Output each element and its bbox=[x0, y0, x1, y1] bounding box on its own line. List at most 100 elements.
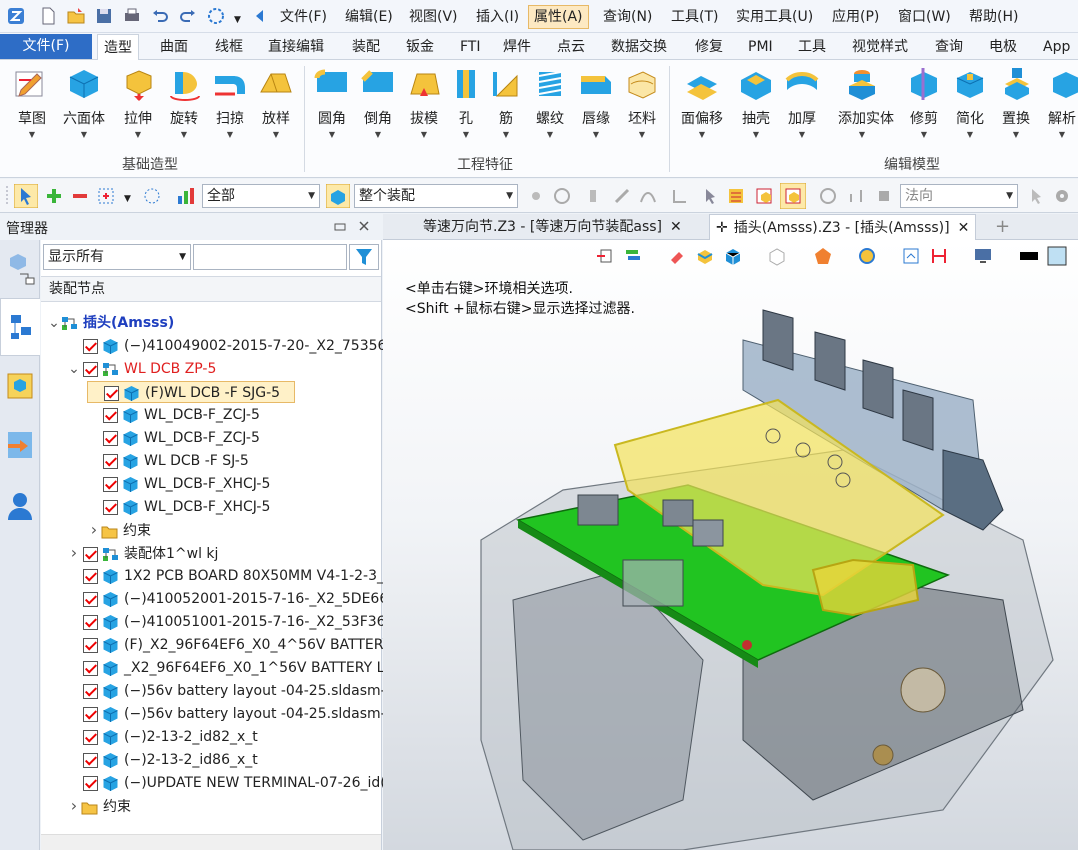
assembly-scope-icon[interactable] bbox=[326, 184, 350, 208]
filter-select[interactable]: 全部 ▼ bbox=[202, 184, 320, 208]
tree-horizontal-scrollbar[interactable] bbox=[41, 834, 381, 850]
document-tab-cv-joint[interactable]: 等速万向节.Z3 - [等速万向节装配ass] ✕ bbox=[417, 214, 688, 240]
visibility-checkbox[interactable] bbox=[83, 591, 98, 607]
fillet-button[interactable]: 圆角 ▼ bbox=[308, 66, 356, 139]
select-mode-icon[interactable] bbox=[206, 6, 226, 26]
document-tab-plug[interactable]: ✛ 插头(Amsss).Z3 - [插头(Amsss)] ✕ bbox=[709, 214, 977, 240]
history-manager-icon[interactable] bbox=[2, 248, 38, 292]
redo-icon[interactable] bbox=[178, 6, 198, 26]
settings-gear-icon[interactable] bbox=[1052, 186, 1072, 206]
visibility-checkbox[interactable] bbox=[103, 476, 118, 492]
menu-tools[interactable]: 工具(T) bbox=[669, 5, 720, 29]
tab-visual-style[interactable]: 视觉样式 bbox=[852, 36, 908, 59]
3d-viewport[interactable]: <单击右键>环境相关选项. <Shift +鼠标右键>显示选择过滤器. bbox=[383, 240, 1078, 850]
tab-tools[interactable]: 工具 bbox=[798, 36, 826, 59]
tab-wireframe[interactable]: 线框 bbox=[215, 36, 243, 59]
pick-face-icon[interactable] bbox=[586, 186, 606, 206]
box-select-icon[interactable] bbox=[96, 186, 116, 206]
app-logo-icon[interactable] bbox=[6, 6, 26, 26]
tree-part-node[interactable]: (−)2-13-2_id86_x_t bbox=[67, 749, 258, 771]
sweep-button[interactable]: 扫掠 ▼ bbox=[206, 66, 254, 139]
simplify-button[interactable]: 简化 ▼ bbox=[946, 66, 994, 139]
chevron-down-icon[interactable]: ⌄ bbox=[67, 358, 81, 380]
tab-data-exchange[interactable]: 数据交换 bbox=[611, 36, 667, 59]
menu-edit[interactable]: 编辑(E) bbox=[343, 5, 395, 29]
visibility-checkbox[interactable] bbox=[83, 752, 98, 768]
menu-insert[interactable]: 插入(I) bbox=[474, 5, 521, 29]
draft-button[interactable]: 拔模 ▼ bbox=[400, 66, 448, 139]
visibility-checkbox[interactable] bbox=[103, 453, 118, 469]
chamfer-button[interactable]: 倒角 ▼ bbox=[354, 66, 402, 139]
filter-type-icon[interactable] bbox=[176, 186, 196, 206]
tree-assembly-node[interactable]: ⌄ WL DCB ZP-5 bbox=[67, 358, 216, 380]
replace-button[interactable]: 置换 ▼ bbox=[992, 66, 1040, 139]
trim-button[interactable]: 修剪 ▼ bbox=[900, 66, 948, 139]
tree-part-node[interactable]: (F)WL DCB -F SJG-5 bbox=[87, 381, 296, 403]
tree-folder-node[interactable]: › 约束 bbox=[67, 795, 131, 817]
pick-pointer-icon[interactable] bbox=[14, 184, 38, 208]
ribbon-collapse-icon[interactable] bbox=[250, 6, 270, 26]
tab-weldment[interactable]: 焊件 bbox=[503, 36, 531, 59]
menu-help[interactable]: 帮助(H) bbox=[967, 5, 1020, 29]
tree-part-node[interactable]: (−)UPDATE NEW TERMINAL-07-26_id( bbox=[67, 772, 386, 794]
revolve-button[interactable]: 旋转 ▼ bbox=[160, 66, 208, 139]
tree-part-node[interactable]: WL_DCB-F_XHCJ-5 bbox=[87, 473, 270, 495]
tree-part-node[interactable]: 1X2 PCB BOARD 80X50MM V4-1-2-3_ bbox=[67, 565, 384, 587]
chevron-right-icon[interactable]: › bbox=[67, 795, 81, 817]
menu-window[interactable]: 窗口(W) bbox=[896, 5, 953, 29]
pin-icon[interactable] bbox=[334, 221, 346, 233]
visibility-checkbox[interactable] bbox=[83, 729, 98, 745]
visibility-checkbox[interactable] bbox=[103, 430, 118, 446]
visibility-checkbox[interactable] bbox=[83, 660, 98, 676]
tree-part-node[interactable]: _X2_96F64EF6_X0_1^56V BATTERY LAY bbox=[67, 657, 402, 679]
tree-part-node[interactable]: (−)410051001-2015-7-16-_X2_53F365 bbox=[67, 611, 394, 633]
analyze-button[interactable]: 解析 ▼ bbox=[1038, 66, 1078, 139]
tab-repair[interactable]: 修复 bbox=[695, 36, 723, 59]
sketch-button[interactable]: 草图 ▼ bbox=[8, 66, 56, 139]
thread-button[interactable]: 螺纹 ▼ bbox=[526, 66, 574, 139]
visibility-checkbox[interactable] bbox=[83, 568, 98, 584]
tree-part-node[interactable]: (F)_X2_96F64EF6_X0_4^56V BATTERY bbox=[67, 634, 391, 656]
print-icon[interactable] bbox=[122, 6, 142, 26]
lasso-select-icon[interactable] bbox=[142, 186, 162, 206]
visibility-checkbox[interactable] bbox=[83, 614, 98, 630]
new-file-icon[interactable] bbox=[38, 6, 58, 26]
visibility-checkbox[interactable] bbox=[83, 361, 98, 377]
square-icon[interactable] bbox=[874, 186, 894, 206]
menu-query[interactable]: 查询(N) bbox=[601, 5, 654, 29]
tree-folder-node[interactable]: › 约束 bbox=[87, 519, 151, 541]
visibility-checkbox[interactable] bbox=[83, 546, 98, 562]
new-tab-plus-icon[interactable]: + bbox=[995, 216, 1010, 237]
pick-point-icon[interactable] bbox=[526, 186, 546, 206]
tree-part-node[interactable]: WL_DCB-F_ZCJ-5 bbox=[87, 427, 260, 449]
view-manager-icon[interactable] bbox=[2, 364, 38, 408]
tree-part-node[interactable]: (−)410052001-2015-7-16-_X2_5DE665 bbox=[67, 588, 397, 610]
scope-select[interactable]: 整个装配 ▼ bbox=[354, 184, 518, 208]
pick-arrow-icon[interactable] bbox=[1026, 186, 1046, 206]
tab-pmi[interactable]: PMI bbox=[748, 36, 773, 59]
undo-icon[interactable] bbox=[150, 6, 170, 26]
tree-assembly-node[interactable]: ⌄ 插头(Amsss) bbox=[47, 312, 174, 334]
tab-assembly[interactable]: 装配 bbox=[352, 36, 380, 59]
menu-view[interactable]: 视图(V) bbox=[407, 5, 460, 29]
tab-query[interactable]: 查询 bbox=[935, 36, 963, 59]
input-output-icon[interactable] bbox=[2, 424, 38, 468]
display-filter-select[interactable]: 显示所有 ▼ bbox=[43, 244, 191, 270]
rotate-icon[interactable] bbox=[818, 186, 838, 206]
extrude-button[interactable]: 拉伸 ▼ bbox=[114, 66, 162, 139]
tree-assembly-node[interactable]: › 装配体1^wl kj bbox=[67, 542, 219, 564]
close-icon[interactable] bbox=[358, 220, 370, 232]
visibility-checkbox[interactable] bbox=[83, 637, 98, 653]
rib-button[interactable]: 筋 ▼ bbox=[482, 66, 530, 139]
tab-app[interactable]: App bbox=[1043, 36, 1070, 59]
pick-component-icon[interactable] bbox=[552, 186, 572, 206]
assembly-manager-tab[interactable] bbox=[0, 298, 40, 356]
quick-access-dropdown-icon[interactable]: ▼ bbox=[232, 8, 243, 32]
component-filter-icon[interactable] bbox=[754, 186, 774, 206]
list-filter-icon[interactable] bbox=[726, 186, 746, 206]
tab-surface[interactable]: 曲面 bbox=[160, 36, 188, 59]
reference-icon[interactable] bbox=[846, 186, 866, 206]
tab-direct-edit[interactable]: 直接编辑 bbox=[268, 36, 324, 59]
menu-attribute[interactable]: 属性(A) bbox=[528, 5, 589, 29]
open-folder-icon[interactable] bbox=[66, 6, 86, 26]
